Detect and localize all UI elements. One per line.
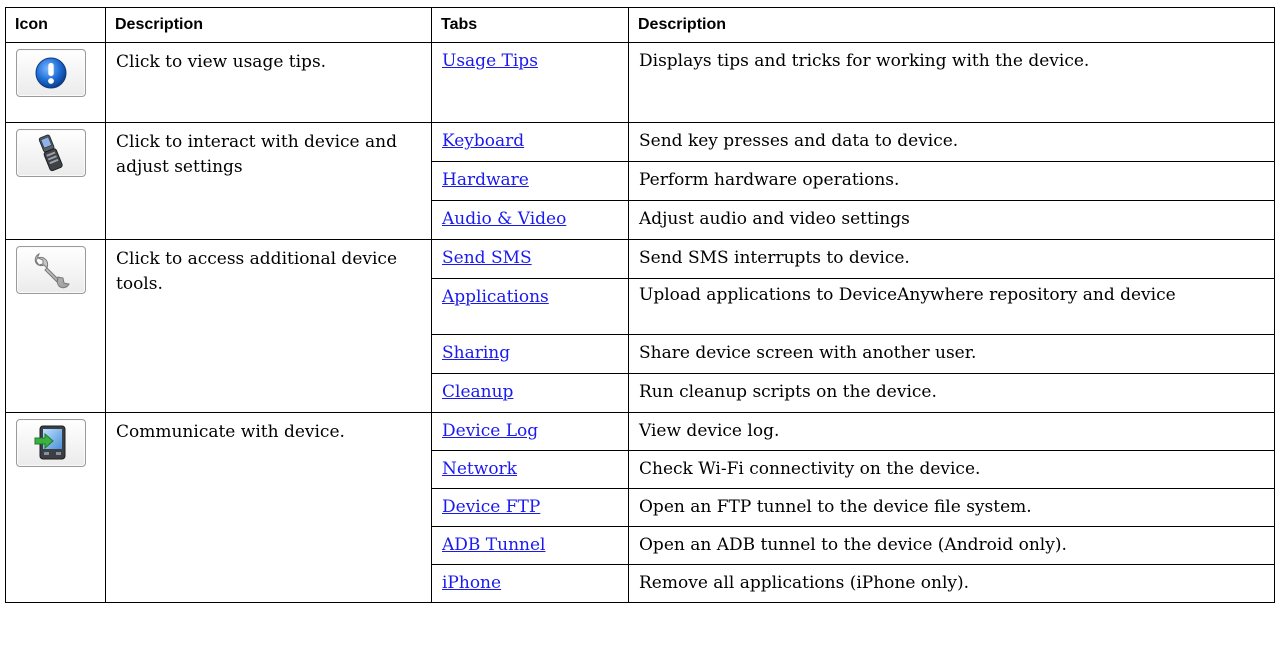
tab-cell: Network [431, 450, 629, 489]
tab-description: Open an ADB tunnel to the device (Androi… [628, 526, 1275, 565]
tab-cell: Keyboard [431, 122, 629, 162]
tab-link-iphone[interactable]: iPhone [442, 573, 501, 593]
tab-link-send-sms[interactable]: Send SMS [442, 248, 532, 268]
tab-cell: Device Log [431, 412, 629, 451]
tab-cell: Sharing [431, 334, 629, 374]
tab-link-applications[interactable]: Applications [442, 287, 549, 307]
tab-cell: Usage Tips [431, 42, 629, 123]
tab-description: Remove all applications (iPhone only). [628, 564, 1275, 603]
tab-cell: Audio & Video [431, 200, 629, 240]
tab-cell: Device FTP [431, 488, 629, 527]
table-row: Click to access additional device tools.… [5, 239, 1275, 413]
table-row: Communicate with device. Device Log View… [5, 412, 1275, 603]
phone-icon [38, 134, 63, 172]
icon-description: Click to view usage tips. [105, 42, 432, 123]
tab-cell: Hardware [431, 161, 629, 201]
tab-description: Displays tips and tricks for working wit… [628, 42, 1275, 123]
wrench-icon [34, 252, 70, 289]
tab-description: Send SMS interrupts to device. [628, 239, 1275, 279]
tab-cell: ADB Tunnel [431, 526, 629, 565]
tab-cell: Cleanup [431, 373, 629, 413]
tab-link-sharing[interactable]: Sharing [442, 343, 510, 363]
tab-description: Share device screen with another user. [628, 334, 1275, 374]
icon-description: Click to access additional device tools. [105, 239, 432, 413]
tab-cell: iPhone [431, 564, 629, 603]
header-tab-description: Description [628, 7, 1275, 43]
tab-reference-table: Icon Description Tabs Description Click … [5, 7, 1275, 603]
table-row: Click to interact with device and adjust… [5, 122, 1275, 240]
tab-cell: Send SMS [431, 239, 629, 279]
tab-link-cleanup[interactable]: Cleanup [442, 382, 513, 402]
info-icon [35, 57, 67, 89]
tab-description: Upload applications to DeviceAnywhere re… [628, 278, 1275, 335]
icon-description: Click to interact with device and adjust… [105, 122, 432, 240]
header-tabs: Tabs [431, 7, 629, 43]
tab-link-keyboard[interactable]: Keyboard [442, 131, 524, 151]
tab-description: Run cleanup scripts on the device. [628, 373, 1275, 413]
header-icon: Icon [5, 7, 106, 43]
table-header-row: Icon Description Tabs Description [5, 7, 1275, 43]
table-row: Click to view usage tips. Usage Tips Dis… [5, 42, 1275, 123]
tab-description: Adjust audio and video settings [628, 200, 1275, 240]
device-settings-button[interactable] [16, 129, 86, 177]
tab-link-hardware[interactable]: Hardware [442, 170, 529, 190]
icon-description: Communicate with device. [105, 412, 432, 603]
tab-description: Open an FTP tunnel to the device file sy… [628, 488, 1275, 527]
icon-cell [5, 239, 106, 413]
tab-cell: Applications [431, 278, 629, 335]
tab-link-device-log[interactable]: Device Log [442, 421, 538, 441]
tab-description: View device log. [628, 412, 1275, 451]
icon-cell [5, 122, 106, 240]
device-tools-button[interactable] [16, 246, 86, 294]
tab-link-audio-video[interactable]: Audio & Video [442, 209, 566, 229]
tab-description: Send key presses and data to device. [628, 122, 1275, 162]
header-description: Description [105, 7, 432, 43]
communicate-button[interactable] [16, 419, 86, 467]
tab-description: Perform hardware operations. [628, 161, 1275, 201]
tab-link-network[interactable]: Network [442, 459, 517, 479]
tab-link-device-ftp[interactable]: Device FTP [442, 497, 540, 517]
usage-tips-button[interactable] [16, 49, 86, 97]
icon-cell [5, 412, 106, 603]
tab-description: Check Wi-Fi connectivity on the device. [628, 450, 1275, 489]
tab-link-usage-tips[interactable]: Usage Tips [442, 51, 538, 71]
icon-cell [5, 42, 106, 123]
device-transfer-icon [34, 425, 66, 460]
tab-link-adb-tunnel[interactable]: ADB Tunnel [442, 535, 546, 555]
